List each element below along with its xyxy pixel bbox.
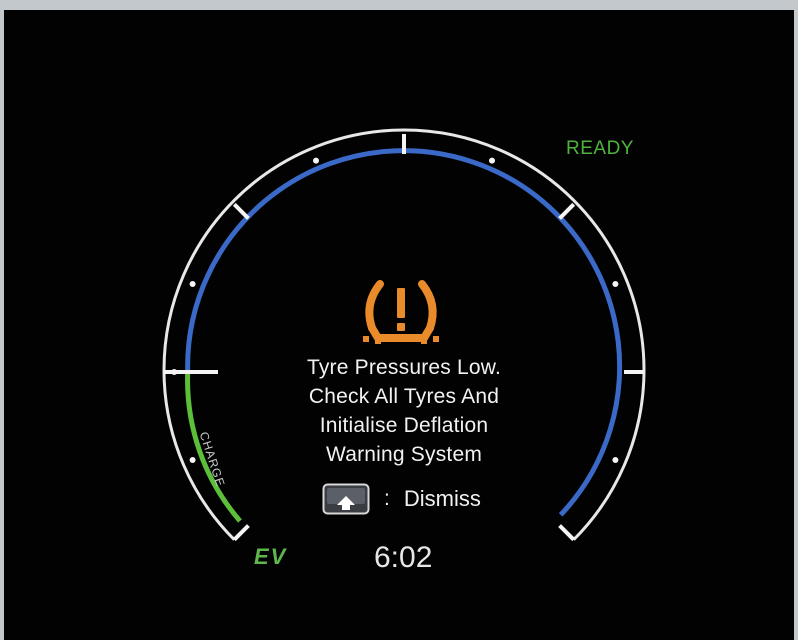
ready-indicator: READY bbox=[566, 138, 634, 159]
dismiss-hint: : Dismiss bbox=[322, 482, 481, 516]
gauge-dot bbox=[189, 457, 196, 463]
warning-line: Tyre Pressures Low. bbox=[306, 356, 502, 379]
gauge-dot bbox=[489, 157, 495, 164]
gauge-dot bbox=[189, 281, 196, 287]
clock: 6:02 bbox=[374, 541, 433, 574]
ev-mode-indicator: EV bbox=[254, 544, 288, 569]
gauge-tick bbox=[232, 202, 250, 220]
gauge-tick bbox=[558, 202, 576, 220]
instrument-display: READY Tyre Pressures Low. Check All Tyre… bbox=[4, 10, 794, 640]
enter-key-icon[interactable] bbox=[322, 483, 370, 515]
gauge-tick bbox=[232, 524, 250, 542]
warning-line: Warning System bbox=[325, 443, 483, 466]
warning-line: Check All Tyres And bbox=[308, 385, 500, 408]
gauge-dot bbox=[171, 369, 178, 375]
warning-line: Initialise Deflation bbox=[319, 414, 489, 437]
tyre-pressure-warning-icon bbox=[363, 280, 439, 344]
dismiss-label: Dismiss bbox=[403, 486, 481, 511]
gauge-dot bbox=[612, 281, 619, 287]
warning-message: Tyre Pressures Low. Check All Tyres And … bbox=[254, 353, 554, 469]
gauge-tick bbox=[558, 524, 576, 542]
gauge-dot bbox=[313, 157, 319, 164]
dismiss-separator: : bbox=[384, 487, 390, 510]
gauge-dot bbox=[612, 457, 619, 463]
